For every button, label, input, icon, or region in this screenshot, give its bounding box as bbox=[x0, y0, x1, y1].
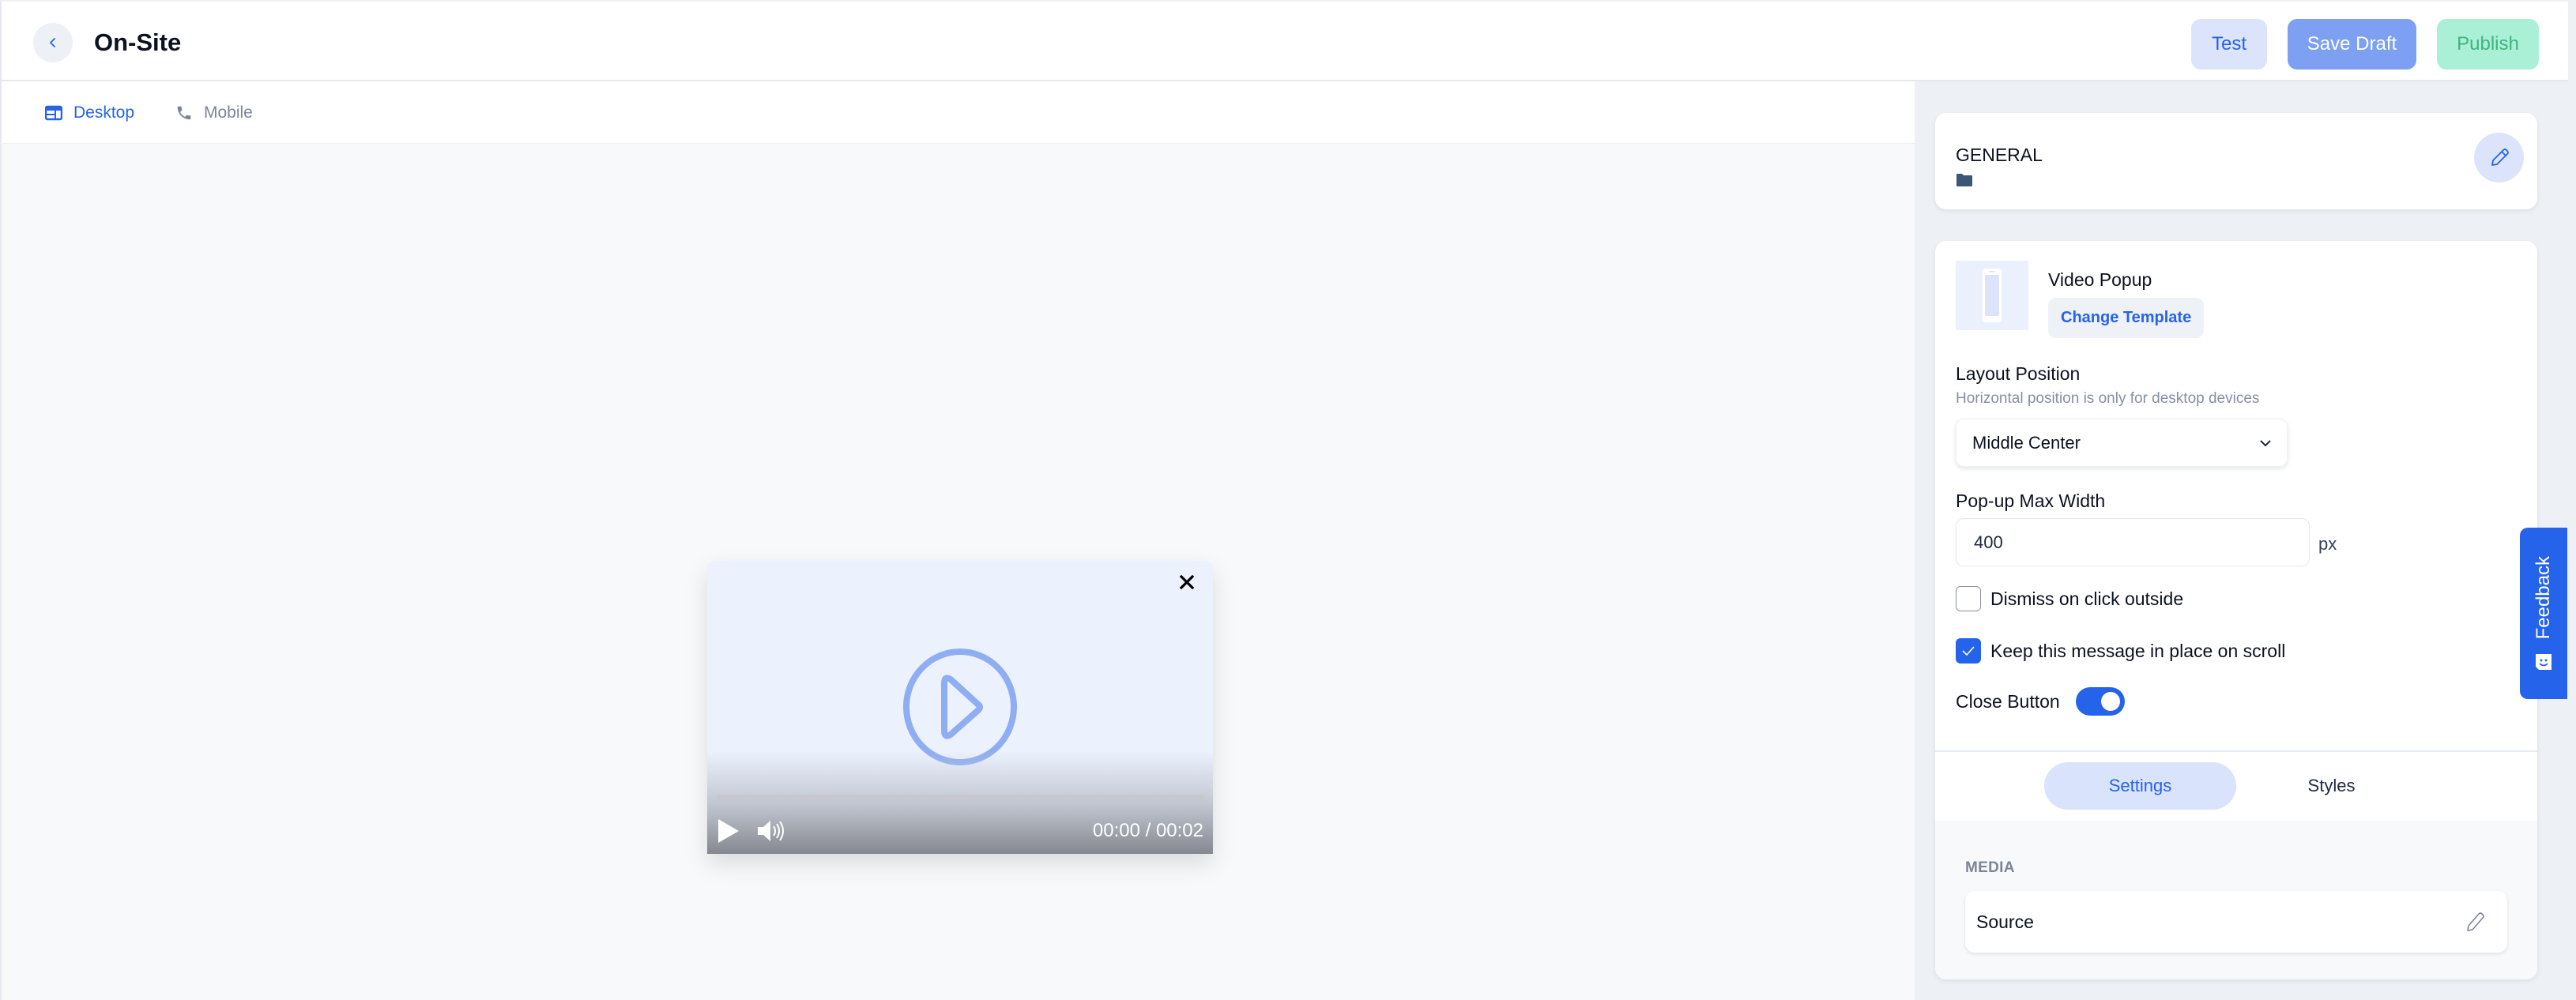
phone-icon bbox=[177, 106, 191, 120]
close-button-setting: Close Button bbox=[1956, 687, 2125, 716]
video-time-display: 00:00 / 00:02 bbox=[1092, 820, 1203, 841]
publish-button[interactable]: Publish bbox=[2437, 19, 2539, 70]
dismiss-on-click-outside-option[interactable]: Dismiss on click outside bbox=[1956, 586, 2183, 611]
smiley-chat-icon bbox=[2536, 654, 2552, 671]
test-button[interactable]: Test bbox=[2191, 19, 2267, 70]
keep-in-place-checkbox[interactable] bbox=[1956, 638, 1981, 664]
pencil-icon bbox=[2491, 148, 2509, 166]
save-draft-button[interactable]: Save Draft bbox=[2288, 19, 2416, 70]
video-progress-bar[interactable] bbox=[716, 795, 1204, 802]
video-popup-preview: 00:00 / 00:02 bbox=[707, 561, 1213, 854]
change-template-button[interactable]: Change Template bbox=[2048, 298, 2205, 338]
checkmark-icon bbox=[1962, 646, 1975, 656]
dismiss-checkbox[interactable] bbox=[1956, 586, 1981, 611]
volume-icon[interactable] bbox=[756, 819, 786, 843]
keep-in-place-label: Keep this message in place on scroll bbox=[1990, 640, 2286, 661]
source-label: Source bbox=[1976, 911, 2034, 932]
template-settings-card: Video Popup Change Template Layout Posit… bbox=[1935, 241, 2537, 979]
max-width-label: Pop-up Max Width bbox=[1956, 491, 2106, 511]
tab-styles[interactable]: Styles bbox=[2235, 762, 2427, 810]
close-button-toggle[interactable] bbox=[2075, 687, 2125, 716]
chevron-down-icon bbox=[2260, 439, 2271, 446]
tab-desktop[interactable]: Desktop bbox=[45, 103, 134, 122]
media-section-label: MEDIA bbox=[1965, 859, 2015, 876]
chevron-left-icon bbox=[50, 38, 55, 47]
layout-position-value: Middle Center bbox=[1972, 432, 2081, 453]
folder-icon bbox=[1956, 174, 1972, 186]
tab-mobile[interactable]: Mobile bbox=[175, 103, 253, 122]
pencil-icon[interactable] bbox=[2465, 911, 2485, 933]
max-width-unit: px bbox=[2318, 534, 2337, 554]
top-header: On-Site Test Save Draft Publish bbox=[0, 0, 2568, 81]
settings-sidebar: GENERAL Video Popup Change Template Layo… bbox=[1915, 81, 2576, 1000]
back-button[interactable] bbox=[33, 23, 73, 62]
feedback-label: Feedback bbox=[2533, 555, 2554, 640]
layout-position-select[interactable]: Middle Center bbox=[1956, 419, 2288, 467]
tab-mobile-label: Mobile bbox=[204, 103, 253, 122]
layout-position-label: Layout Position bbox=[1956, 363, 2081, 384]
template-thumbnail bbox=[1956, 261, 2028, 330]
dismiss-label: Dismiss on click outside bbox=[1990, 588, 2184, 609]
layout-position-hint: Horizontal position is only for desktop … bbox=[1956, 390, 2260, 407]
template-name: Video Popup bbox=[2048, 269, 2152, 290]
tab-desktop-label: Desktop bbox=[73, 103, 135, 122]
preview-canvas: 00:00 / 00:02 bbox=[0, 144, 1915, 1000]
feedback-tab[interactable]: Feedback bbox=[2520, 528, 2567, 699]
close-icon bbox=[1179, 574, 1195, 590]
keep-in-place-option[interactable]: Keep this message in place on scroll bbox=[1956, 638, 2285, 664]
close-button-label: Close Button bbox=[1956, 690, 2060, 712]
media-source-row[interactable]: Source bbox=[1965, 891, 2507, 953]
desktop-icon bbox=[45, 105, 62, 121]
phone-mockup-icon bbox=[1983, 269, 2002, 322]
play-icon[interactable] bbox=[717, 818, 740, 844]
divider bbox=[1935, 750, 2537, 752]
popup-close-button[interactable] bbox=[1175, 570, 1199, 594]
settings-tab-panel: MEDIA Source bbox=[1935, 821, 2537, 979]
toggle-knob bbox=[2100, 692, 2120, 711]
tab-settings[interactable]: Settings bbox=[2044, 762, 2236, 810]
play-circle-icon[interactable] bbox=[901, 648, 1019, 766]
page-title: On-Site bbox=[94, 28, 182, 56]
general-card: GENERAL bbox=[1935, 113, 2537, 209]
general-title: GENERAL bbox=[1956, 145, 2043, 165]
max-width-input[interactable] bbox=[1956, 518, 2310, 566]
edit-general-button[interactable] bbox=[2474, 133, 2524, 182]
device-tabs: Desktop Mobile bbox=[0, 81, 1915, 144]
